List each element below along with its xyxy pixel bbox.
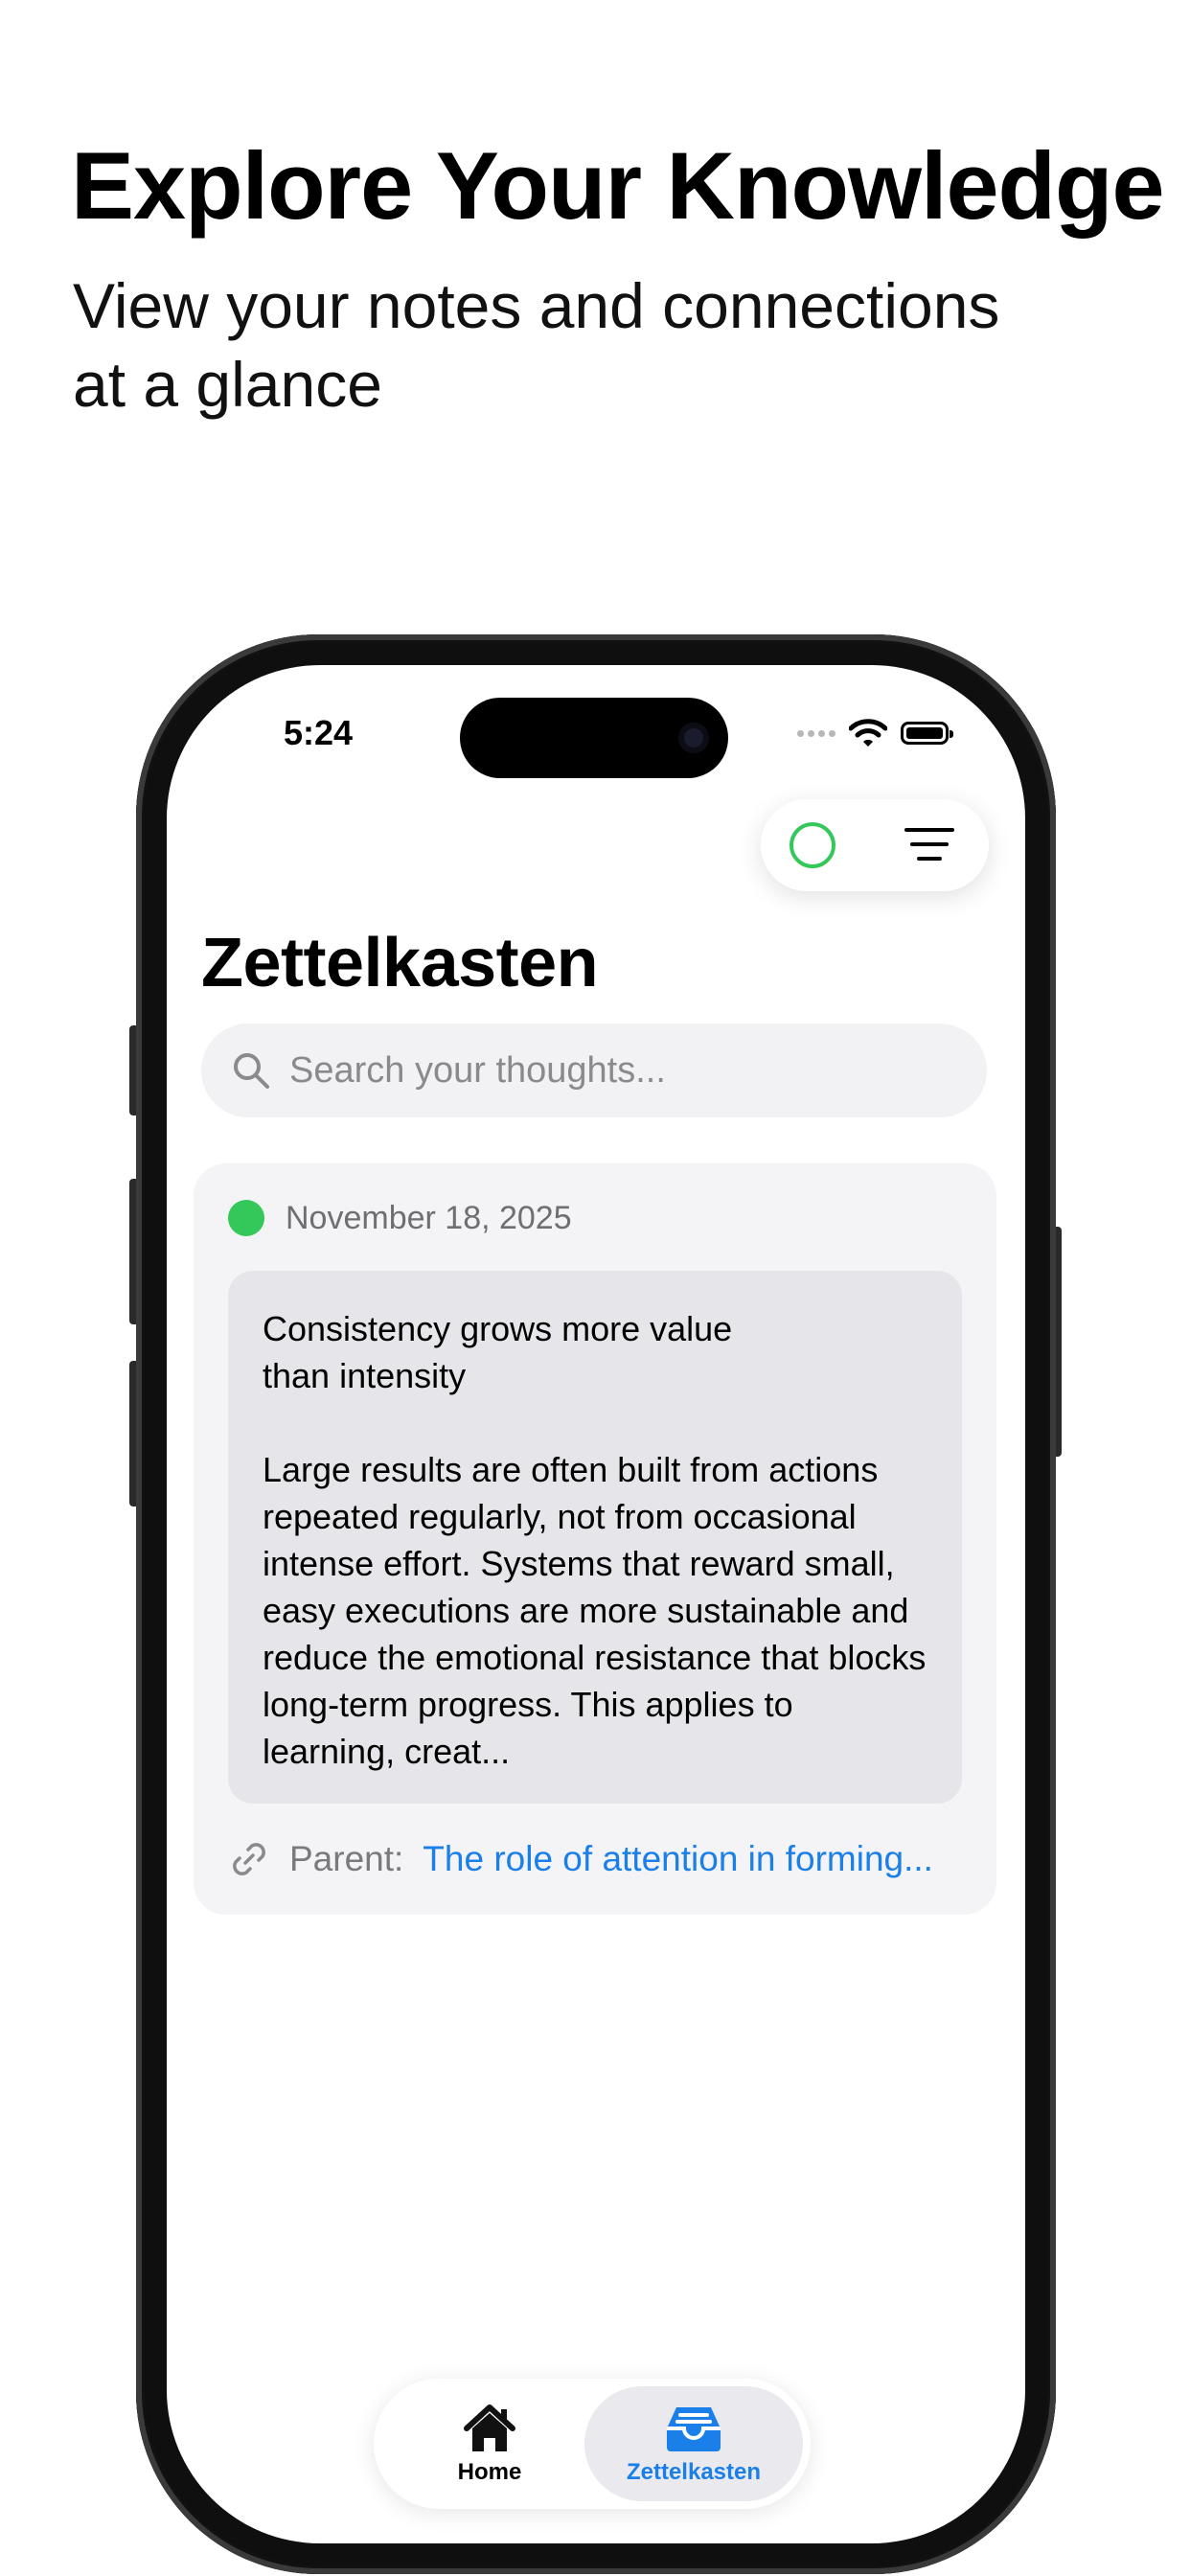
tab-bar: Home Zettelkasten	[374, 2379, 811, 2509]
search-input[interactable]	[289, 1049, 941, 1092]
parent-note-link[interactable]: The role of attention in forming...	[423, 1839, 933, 1879]
promo-title: Explore Your Knowledge	[71, 132, 1165, 239]
parent-link-row: Parent: The role of attention in forming…	[228, 1830, 933, 1888]
page-title: Zettelkasten	[201, 925, 599, 1001]
search-bar	[201, 1024, 987, 1117]
toolbar-pill	[761, 799, 989, 891]
battery-icon	[901, 722, 953, 745]
tab-zettelkasten[interactable]: Zettelkasten	[584, 2386, 803, 2501]
parent-label: Parent:	[289, 1839, 404, 1878]
note-status-dot	[228, 1200, 264, 1236]
filter-icon[interactable]	[904, 828, 954, 862]
camera-icon	[678, 723, 709, 753]
promo-subtitle: View your notes and connections at a gla…	[73, 270, 1000, 420]
status-filter-icon[interactable]	[790, 822, 835, 868]
cellular-signal-icon	[797, 729, 835, 737]
tab-home-label: Home	[457, 2459, 522, 2485]
status-icons	[797, 719, 953, 748]
wifi-icon	[849, 719, 887, 747]
note-body-text: Large results are often built from actio…	[263, 1450, 927, 1771]
note-card[interactable]: November 18, 2025 Consistency grows more…	[194, 1163, 996, 1915]
tab-zettelkasten-label: Zettelkasten	[626, 2459, 762, 2485]
note-content[interactable]: Consistency grows more value than intens…	[228, 1271, 962, 1804]
inbox-tray-icon	[667, 2407, 721, 2451]
link-icon	[233, 1843, 265, 1875]
phone-screen: 5:24 Zettelkasten Search your thoughts..…	[167, 665, 1025, 2543]
home-icon	[464, 2404, 515, 2451]
note-date: November 18, 2025	[286, 1200, 572, 1236]
dynamic-island	[460, 698, 728, 778]
note-title: Consistency grows more value than intens…	[263, 1309, 733, 1395]
search-icon	[234, 1053, 269, 1089]
phone-frame: 5:24 Zettelkasten Search your thoughts..…	[136, 634, 1056, 2574]
status-time: 5:24	[284, 713, 354, 752]
tab-home[interactable]: Home	[397, 2386, 583, 2501]
